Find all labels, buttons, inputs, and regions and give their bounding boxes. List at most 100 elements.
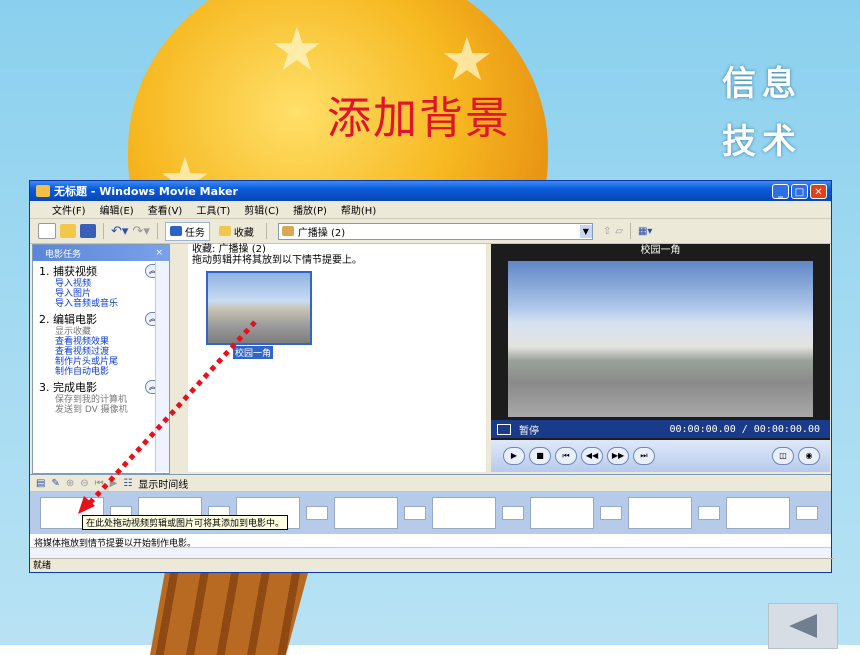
preview-image (508, 261, 813, 417)
menu-tools[interactable]: 工具(T) (196, 202, 230, 217)
storyboard: ▤ ✎ ⊕ ⊖ ⏮ ▶ ☷ 显示时间线 在此处拖动视频剪辑或图片可将其添加到电影… (30, 474, 831, 551)
title-bar: 无标题 - Windows Movie Maker _ □ ✕ (30, 181, 831, 201)
preview-state: 暂停 (519, 425, 539, 437)
clip-thumbnail[interactable] (206, 271, 312, 345)
transition-slot[interactable] (698, 506, 720, 520)
collection-instruction: 拖动剪辑并将其放到以下情节提要上。 (192, 255, 362, 266)
rewind-storyboard-icon[interactable]: ⏮ (95, 478, 104, 489)
storyboard-icon[interactable]: ▤ (36, 478, 45, 489)
preview-status-bar: 暂停 00:00:00.00 / 00:00:00.00 (491, 420, 830, 438)
play-icon[interactable]: ▶ (503, 447, 525, 465)
task-link[interactable]: 导入视频 (55, 279, 169, 289)
playback-controls: ▶ ■ ⏮ ◀◀ ▶▶ ⏭ ◫ ◉ (491, 440, 830, 472)
transition-slot[interactable] (796, 506, 818, 520)
task-link[interactable]: 发送到 DV 摄像机 (55, 405, 169, 415)
menu-bar: 文件(F) 编辑(E) 查看(V) 工具(T) 剪辑(C) 播放(P) 帮助(H… (30, 201, 831, 219)
close-icon[interactable]: × (155, 248, 163, 258)
collection-select[interactable]: 广播操 (2) ▼ (277, 222, 593, 240)
stop-icon[interactable]: ■ (529, 447, 551, 465)
menu-play[interactable]: 播放(P) (293, 202, 327, 217)
task-link[interactable]: 保存到我的计算机 (55, 395, 169, 405)
toolbar-separator (103, 223, 104, 239)
toolbar-separator (265, 223, 267, 239)
new-folder-icon[interactable]: ▱ (615, 226, 623, 237)
maximize-button[interactable]: □ (791, 183, 808, 199)
movie-tasks-title: 电影任务 (45, 249, 82, 260)
preview-monitor: 校园一角 暂停 00:00:00.00 / 00:00:00.00 ▶ ■ ⏮ … (491, 244, 830, 472)
toolbar-separator (629, 223, 631, 239)
star-decoration: ★ (440, 25, 494, 95)
clip-label[interactable]: 校园一角 (233, 346, 274, 359)
section-title: 1. 捕获视频 (39, 265, 97, 278)
preview-state-icon (497, 423, 511, 435)
storyboard-toolbar: ▤ ✎ ⊕ ⊖ ⏮ ▶ ☷ 显示时间线 (30, 475, 831, 492)
undo-icon[interactable]: ↶▾ (111, 224, 128, 239)
brand-line: 信息 (722, 64, 802, 104)
menu-clip[interactable]: 剪辑(C) (244, 202, 279, 217)
zoom-out-icon[interactable]: ⊖ (80, 478, 88, 489)
window-title: 无标题 - Windows Movie Maker (54, 185, 238, 198)
minimize-button[interactable]: _ (772, 183, 789, 199)
star-decoration: ★ (270, 15, 324, 85)
task-link[interactable]: 查看视频过渡 (55, 347, 169, 357)
task-link[interactable]: 导入图片 (55, 289, 169, 299)
up-level-icon[interactable]: ⇧ (603, 226, 611, 237)
transition-slot[interactable] (306, 506, 328, 520)
previous-icon[interactable]: ⏮ (555, 447, 577, 465)
forward-icon[interactable]: ▶▶ (607, 447, 629, 465)
rewind-icon[interactable]: ◀◀ (581, 447, 603, 465)
storyboard-frame[interactable] (432, 497, 496, 529)
split-icon[interactable]: ◫ (772, 447, 794, 465)
save-project-icon[interactable] (80, 224, 96, 238)
collection-pane: 收藏: 广播操 (2) 拖动剪辑并将其放到以下情节提要上。 校园一角 (188, 244, 486, 472)
task-link[interactable]: 制作自动电影 (55, 367, 169, 377)
section-title: 3. 完成电影 (39, 381, 97, 394)
open-project-icon[interactable] (60, 224, 76, 238)
task-section-finish[interactable]: 3. 完成电影 ︽ (39, 379, 169, 395)
storyboard-frame[interactable] (726, 497, 790, 529)
show-timeline-button[interactable]: 显示时间线 (138, 476, 188, 491)
transition-slot[interactable] (404, 506, 426, 520)
tasks-button[interactable]: 任务 (164, 221, 210, 241)
task-link[interactable]: 导入音频或音乐 (55, 299, 169, 309)
snapshot-icon[interactable]: ◉ (798, 447, 820, 465)
taskpane-scrollbar[interactable] (155, 262, 169, 472)
movie-maker-icon (36, 185, 50, 197)
menu-edit[interactable]: 编辑(E) (100, 202, 134, 217)
collection-select-value: 广播操 (2) (297, 227, 346, 239)
back-button[interactable] (768, 603, 838, 649)
close-button[interactable]: ✕ (810, 183, 827, 199)
collections-button[interactable]: 收藏 (214, 222, 259, 241)
storyboard-frame[interactable] (628, 497, 692, 529)
storyboard-frame[interactable] (530, 497, 594, 529)
collection-folder-icon (281, 226, 294, 236)
tasks-label: 任务 (184, 227, 205, 239)
task-section-edit[interactable]: 2. 编辑电影 ︽ (39, 311, 169, 327)
preview-time: 00:00:00.00 / 00:00:00.00 (669, 423, 820, 435)
menu-file[interactable]: 文件(F) (52, 202, 86, 217)
narrate-icon[interactable]: ✎ (51, 478, 59, 489)
transition-slot[interactable] (502, 506, 524, 520)
task-link[interactable]: 制作片头或片尾 (55, 357, 169, 367)
menu-view[interactable]: 查看(V) (148, 202, 183, 217)
play-storyboard-icon[interactable]: ▶ (110, 478, 118, 489)
timeline-icon[interactable]: ☷ (123, 478, 132, 489)
drop-tooltip: 在此处拖动视频剪辑或图片可将其添加到电影中。 (82, 515, 289, 530)
redo-icon[interactable]: ↷▾ (132, 224, 149, 239)
task-link[interactable]: 显示收藏 (55, 327, 169, 337)
menu-help[interactable]: 帮助(H) (341, 202, 376, 217)
transition-slot[interactable] (600, 506, 622, 520)
task-link[interactable]: 查看视频效果 (55, 337, 169, 347)
views-icon[interactable]: ▦▾ (638, 226, 652, 237)
toolbar: ↶▾ ↷▾ 任务 收藏 广播操 (2) ▼ ⇧ ▱ ▦▾ (30, 219, 831, 244)
chevron-down-icon[interactable]: ▼ (579, 224, 592, 238)
task-section-capture[interactable]: 1. 捕获视频 ︽ (39, 263, 169, 279)
new-project-icon[interactable] (38, 223, 56, 239)
section-title: 2. 编辑电影 (39, 313, 97, 326)
zoom-in-icon[interactable]: ⊕ (66, 478, 74, 489)
movie-maker-window: 无标题 - Windows Movie Maker _ □ ✕ 文件(F) 编辑… (29, 180, 834, 573)
next-icon[interactable]: ⏭ (633, 447, 655, 465)
storyboard-frame[interactable] (334, 497, 398, 529)
brand-text: 信息 技术 (722, 55, 812, 171)
collection-title: 收藏: 广播操 (2) (192, 244, 266, 255)
